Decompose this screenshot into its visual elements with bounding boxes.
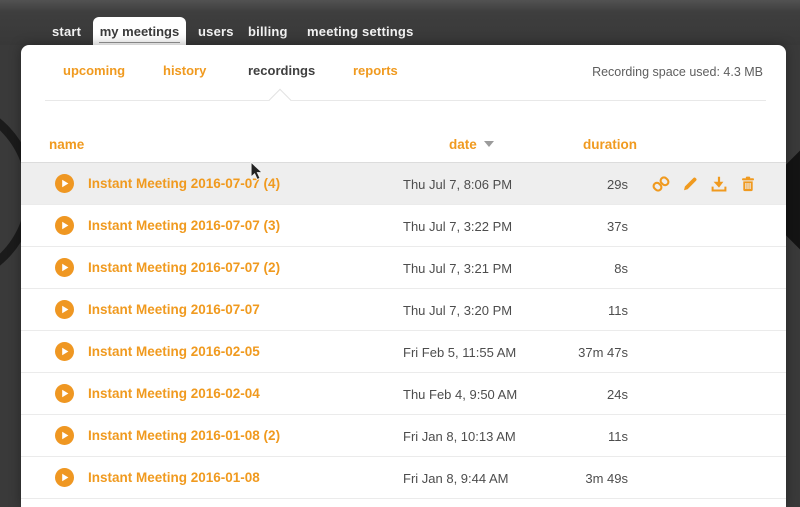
recording-date: Fri Feb 5, 11:55 AM [403, 345, 516, 360]
recording-name[interactable]: Instant Meeting 2016-01-08 (2) [88, 428, 280, 443]
recording-duration: 37m 47s [511, 345, 628, 360]
subtab-recordings[interactable]: recordings [248, 63, 315, 78]
table-row[interactable]: Instant Meeting 2016-07-07 (2) Thu Jul 7… [21, 247, 786, 289]
table-row[interactable]: Instant Meeting 2016-07-07 Thu Jul 7, 3:… [21, 289, 786, 331]
recording-duration: 24s [511, 387, 628, 402]
table-row[interactable]: Instant Meeting 2016-01-08 Fri Jan 8, 9:… [21, 457, 786, 499]
recording-duration: 11s [511, 429, 628, 444]
recording-duration: 29s [511, 177, 628, 192]
subnav-divider [45, 100, 766, 101]
play-icon[interactable] [55, 426, 74, 445]
active-tab-notch [269, 89, 292, 112]
recording-name[interactable]: Instant Meeting 2016-07-07 [88, 302, 260, 317]
recording-name[interactable]: Instant Meeting 2016-07-07 (3) [88, 218, 280, 233]
recording-date: Thu Jul 7, 3:21 PM [403, 261, 512, 276]
recording-date: Fri Jan 8, 10:13 AM [403, 429, 516, 444]
tab-users[interactable]: users [198, 24, 234, 39]
recording-duration: 37s [511, 219, 628, 234]
table-row[interactable]: Instant Meeting 2016-02-05 Fri Feb 5, 11… [21, 331, 786, 373]
recording-date: Thu Feb 4, 9:50 AM [403, 387, 517, 402]
recording-date: Thu Jul 7, 3:22 PM [403, 219, 512, 234]
row-actions [652, 175, 757, 193]
subtab-history[interactable]: history [163, 63, 206, 78]
recordings-list: Instant Meeting 2016-07-07 (4) Thu Jul 7… [21, 163, 786, 499]
play-icon[interactable] [55, 342, 74, 361]
tab-my-meetings[interactable]: my meetings [93, 17, 186, 45]
top-navigation: start my meetings users billing meeting … [0, 0, 800, 45]
column-header-date[interactable]: date [449, 137, 494, 152]
tab-meeting-settings[interactable]: meeting settings [307, 24, 414, 39]
column-header-duration[interactable]: duration [583, 137, 637, 152]
recording-name[interactable]: Instant Meeting 2016-02-04 [88, 386, 260, 401]
pencil-icon[interactable] [681, 175, 699, 193]
recording-duration: 8s [511, 261, 628, 276]
recording-name[interactable]: Instant Meeting 2016-01-08 [88, 470, 260, 485]
table-row[interactable]: Instant Meeting 2016-01-08 (2) Fri Jan 8… [21, 415, 786, 457]
column-header-date-label: date [449, 137, 477, 152]
table-row[interactable]: Instant Meeting 2016-07-07 (3) Thu Jul 7… [21, 205, 786, 247]
table-row[interactable]: Instant Meeting 2016-02-04 Thu Feb 4, 9:… [21, 373, 786, 415]
sort-desc-icon [484, 141, 494, 147]
recording-date: Thu Jul 7, 3:20 PM [403, 303, 512, 318]
recording-duration: 11s [511, 303, 628, 318]
play-icon[interactable] [55, 384, 74, 403]
recording-space-used: Recording space used: 4.3 MB [592, 65, 763, 79]
content-panel: upcoming history recordings reports Reco… [21, 45, 786, 507]
recording-name[interactable]: Instant Meeting 2016-07-07 (4) [88, 176, 280, 191]
recording-date: Fri Jan 8, 9:44 AM [403, 471, 509, 486]
recording-duration: 3m 49s [511, 471, 628, 486]
play-icon[interactable] [55, 300, 74, 319]
recording-date: Thu Jul 7, 8:06 PM [403, 177, 512, 192]
play-icon[interactable] [55, 258, 74, 277]
trash-icon[interactable] [739, 175, 757, 193]
tab-start[interactable]: start [52, 24, 81, 39]
subtab-reports[interactable]: reports [353, 63, 398, 78]
play-icon[interactable] [55, 174, 74, 193]
recording-name[interactable]: Instant Meeting 2016-07-07 (2) [88, 260, 280, 275]
subtab-upcoming[interactable]: upcoming [63, 63, 125, 78]
recording-name[interactable]: Instant Meeting 2016-02-05 [88, 344, 260, 359]
tab-billing[interactable]: billing [248, 24, 288, 39]
play-icon[interactable] [55, 216, 74, 235]
column-header-name[interactable]: name [49, 137, 84, 152]
download-icon[interactable] [710, 175, 728, 193]
table-row[interactable]: Instant Meeting 2016-07-07 (4) Thu Jul 7… [21, 163, 786, 205]
play-icon[interactable] [55, 468, 74, 487]
link-icon[interactable] [652, 175, 670, 193]
